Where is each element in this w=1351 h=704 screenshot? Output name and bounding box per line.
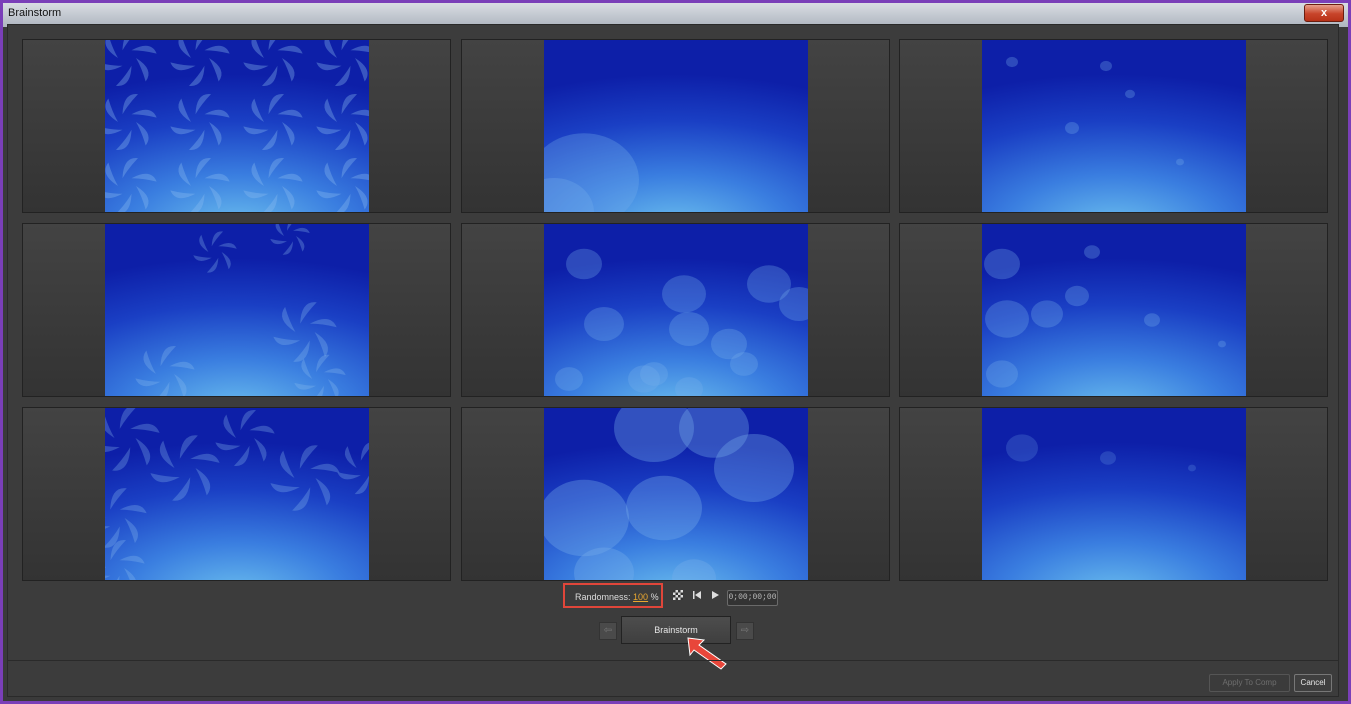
variation-preview-image (105, 40, 369, 212)
randomness-value[interactable]: 100 (633, 592, 648, 602)
play-icon[interactable] (710, 590, 720, 603)
apply-to-comp-button[interactable]: Apply To Comp (1209, 674, 1290, 692)
randomness-control[interactable]: Randomness: 100 % (575, 592, 659, 602)
footer-divider (7, 660, 1339, 661)
pattern-overlay (544, 133, 639, 212)
pattern-overlay (105, 408, 369, 580)
tile-pasteboard-left (900, 408, 982, 580)
pattern-overlay (1006, 434, 1196, 472)
pattern-overlay (984, 245, 1226, 388)
tile-pasteboard-right (807, 40, 889, 212)
variation-tile[interactable] (899, 407, 1328, 581)
pattern-overlay (544, 408, 794, 580)
randomness-unit: % (650, 592, 659, 602)
tile-pasteboard-left (462, 40, 544, 212)
tile-pasteboard-right (368, 408, 450, 580)
variation-preview-image (544, 40, 808, 212)
tile-pasteboard-right (807, 224, 889, 396)
pointer-arrow-annotation (687, 637, 727, 670)
pattern-overlay (105, 40, 369, 212)
tile-pasteboard-left (23, 40, 105, 212)
variation-preview-image (105, 224, 369, 396)
checkerboard-icon[interactable] (673, 590, 683, 603)
tile-pasteboard-right (1245, 408, 1327, 580)
variation-tile[interactable] (22, 39, 451, 213)
tile-pasteboard-left (23, 408, 105, 580)
tile-pasteboard-left (462, 408, 544, 580)
cancel-button[interactable]: Cancel (1294, 674, 1332, 692)
pattern-overlay (555, 248, 808, 396)
window-title: Brainstorm (8, 7, 62, 19)
tile-pasteboard-right (368, 40, 450, 212)
tile-pasteboard-left (23, 224, 105, 396)
tile-pasteboard-left (900, 40, 982, 212)
variation-preview-image (982, 40, 1246, 212)
forward-arrow-icon[interactable]: ⇨ (736, 622, 754, 640)
close-button[interactable]: x (1304, 4, 1344, 22)
tile-pasteboard-right (368, 224, 450, 396)
variation-tile[interactable] (461, 407, 890, 581)
pattern-overlay (1006, 56, 1184, 166)
tile-pasteboard-right (807, 408, 889, 580)
tile-pasteboard-right (1245, 224, 1327, 396)
variation-preview-image (982, 408, 1246, 580)
variation-preview-image (544, 408, 808, 580)
variation-tile[interactable] (22, 407, 451, 581)
variation-tile[interactable] (899, 39, 1328, 213)
timecode-display[interactable]: 0;00;00;00 (727, 590, 778, 606)
back-arrow-icon[interactable]: ⇦ (599, 622, 617, 640)
variation-tile[interactable] (461, 39, 890, 213)
tile-pasteboard-left (900, 224, 982, 396)
variation-preview-image (544, 224, 808, 396)
tile-pasteboard-right (1245, 40, 1327, 212)
variation-tile[interactable] (899, 223, 1328, 397)
first-frame-icon[interactable] (692, 590, 702, 603)
variation-tile[interactable] (22, 223, 451, 397)
variation-preview-image (105, 408, 369, 580)
variation-tile[interactable] (461, 223, 890, 397)
variation-preview-image (982, 224, 1246, 396)
pattern-overlay (135, 224, 346, 396)
tile-pasteboard-left (462, 224, 544, 396)
randomness-label: Randomness: (575, 592, 631, 602)
